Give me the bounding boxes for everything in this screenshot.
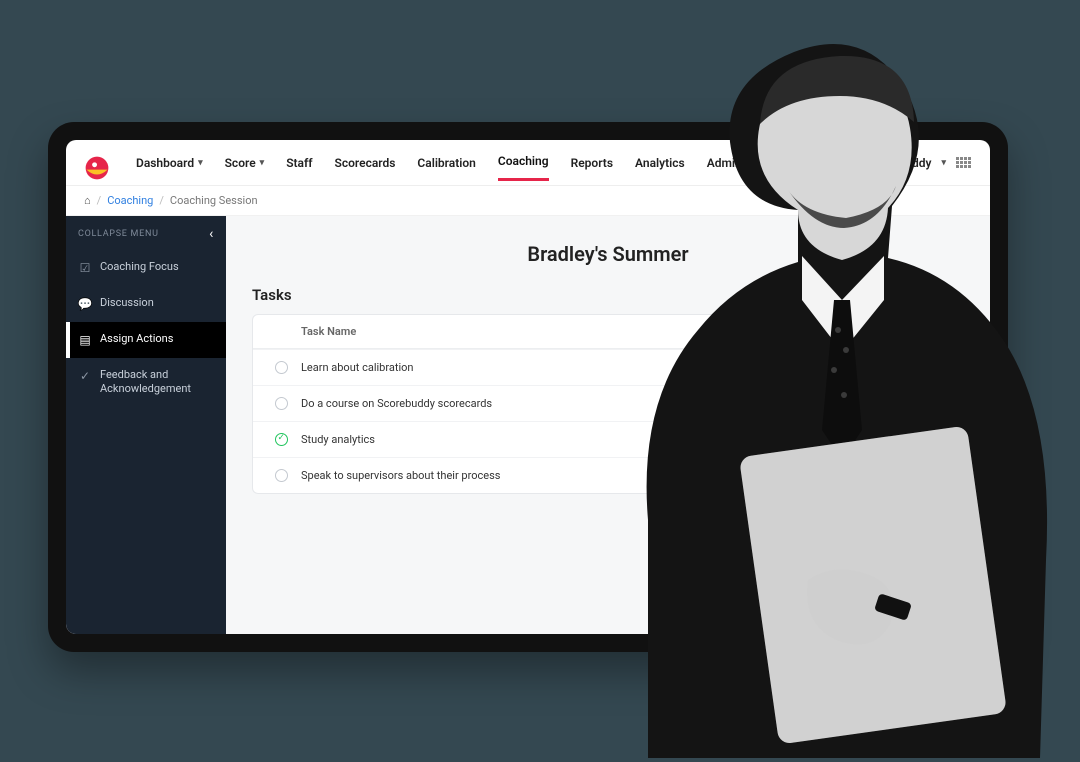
task-name: Speak to supervisors about their process xyxy=(301,469,755,482)
task-status[interactable] xyxy=(261,433,301,446)
breadcrumb-link[interactable]: Coaching xyxy=(107,194,153,207)
task-due: Feb 8, 2023 xyxy=(755,469,865,482)
task-name: Study analytics xyxy=(301,433,755,446)
section-title: Tasks xyxy=(252,286,964,304)
collapse-label: COLLAPSE MENU xyxy=(78,229,159,239)
app-logo xyxy=(84,155,110,181)
nav-reports[interactable]: Reports xyxy=(571,156,613,180)
user-menu-label: ddy xyxy=(912,156,931,170)
sidebar-item-feedback-and-acknowledgement[interactable]: ✓ Feedback and Acknowledgement xyxy=(66,358,226,406)
sidebar-item-coaching-focus[interactable]: ☑ Coaching Focus xyxy=(66,250,226,286)
task-status[interactable] xyxy=(261,397,301,410)
tasks-table: Task Name Due Date Priority Learn about … xyxy=(252,314,964,494)
col-task: Task Name xyxy=(301,325,755,338)
sidebar-item-label: Coaching Focus xyxy=(100,260,179,274)
breadcrumb: ⌂ / Coaching / Coaching Session xyxy=(66,186,990,216)
circle-icon xyxy=(275,397,288,410)
col-due: Due Date xyxy=(755,325,865,338)
main-content: Bradley's Summer Tasks Task Name Due Dat… xyxy=(226,216,990,634)
nav-analytics[interactable]: Analytics xyxy=(635,156,685,180)
circle-icon xyxy=(275,361,288,374)
home-icon[interactable]: ⌂ xyxy=(84,194,91,207)
device-frame: Dashboard ▾ Score ▾ Staff Scorecards Cal… xyxy=(48,122,1008,652)
sidebar-item-assign-actions[interactable]: ▤ Assign Actions xyxy=(66,322,226,358)
priority-badge: High xyxy=(865,433,902,447)
top-nav: Dashboard ▾ Score ▾ Staff Scorecards Cal… xyxy=(66,140,990,186)
nav-score[interactable]: Score ▾ xyxy=(225,156,265,180)
sidebar-item-label: Discussion xyxy=(100,296,154,310)
nav-staff[interactable]: Staff xyxy=(286,156,312,180)
chevron-left-icon[interactable]: ‹ xyxy=(209,226,214,242)
chevron-down-icon: ▾ xyxy=(941,158,946,168)
chevron-down-icon: ▾ xyxy=(198,158,203,168)
breadcrumb-current: Coaching Session xyxy=(170,194,258,207)
nav-scorecards[interactable]: Scorecards xyxy=(335,156,396,180)
priority-badge: Medium xyxy=(865,469,916,483)
sidebar-item-label: Feedback and Acknowledgement xyxy=(100,368,214,396)
table-row[interactable]: Do a course on Scorebuddy scorecards Low xyxy=(253,385,963,421)
sidebar: COLLAPSE MENU ‹ ☑ Coaching Focus 💬 Discussi… xyxy=(66,216,226,634)
circle-icon xyxy=(275,469,288,482)
sidebar-item-label: Assign Actions xyxy=(100,332,173,346)
nav-dashboard[interactable]: Dashboard ▾ xyxy=(136,156,203,180)
table-header: Task Name Due Date Priority xyxy=(253,315,963,349)
list-icon: ▤ xyxy=(78,333,92,348)
check-icon: ✓ xyxy=(78,369,92,384)
grid-icon[interactable] xyxy=(956,157,972,169)
task-name: Learn about calibration xyxy=(301,361,755,374)
sidebar-item-discussion[interactable]: 💬 Discussion xyxy=(66,286,226,322)
nav-admin[interactable]: Admin xyxy=(707,156,742,180)
col-priority: Priority xyxy=(865,325,955,338)
nav-calibration[interactable]: Calibration xyxy=(417,156,475,180)
task-status[interactable] xyxy=(261,361,301,374)
check-circle-icon xyxy=(275,433,288,446)
nav-coaching[interactable]: Coaching xyxy=(498,154,549,181)
priority-badge: Low xyxy=(865,397,900,411)
page-title: Bradley's Summer xyxy=(252,242,964,266)
priority-badge: Urgent xyxy=(865,361,910,375)
chat-icon: 💬 xyxy=(78,297,92,312)
table-row[interactable]: Speak to supervisors about their process… xyxy=(253,457,963,493)
page-body: COLLAPSE MENU ‹ ☑ Coaching Focus 💬 Discussi… xyxy=(66,216,990,634)
table-row[interactable]: Learn about calibration Urgent xyxy=(253,349,963,385)
chevron-down-icon: ▾ xyxy=(260,158,265,168)
clipboard-check-icon: ☑ xyxy=(78,261,92,276)
collapse-menu[interactable]: COLLAPSE MENU ‹ xyxy=(66,216,226,250)
task-name: Do a course on Scorebuddy scorecards xyxy=(301,397,755,410)
app-screen: Dashboard ▾ Score ▾ Staff Scorecards Cal… xyxy=(66,140,990,634)
task-status[interactable] xyxy=(261,469,301,482)
user-menu[interactable]: ddy ▾ xyxy=(912,156,972,180)
table-row[interactable]: Study analytics High xyxy=(253,421,963,457)
